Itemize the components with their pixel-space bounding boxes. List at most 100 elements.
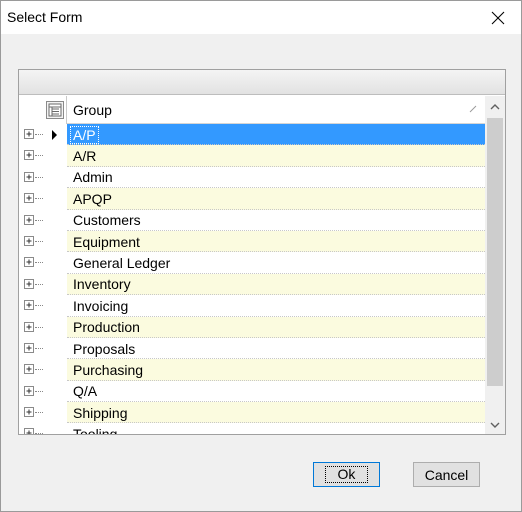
table-row[interactable]: Shipping <box>19 402 485 424</box>
tree-connector <box>35 176 43 178</box>
select-form-dialog: Select Form Group A/P A/R Admin APQP Cus… <box>0 0 522 512</box>
scroll-down-button[interactable] <box>485 416 505 434</box>
table-row[interactable]: Equipment <box>19 230 485 253</box>
expand-icon[interactable] <box>24 171 35 183</box>
table-row[interactable]: Invoicing <box>19 295 485 317</box>
group-cell-label: APQP <box>73 190 112 207</box>
expand-icon[interactable] <box>24 428 35 435</box>
table-row[interactable]: A/R <box>19 145 485 167</box>
ok-button[interactable]: Ok <box>313 462 380 487</box>
row-indicator[interactable] <box>43 188 67 210</box>
column-header-label: Group <box>73 101 112 118</box>
tree-connector <box>35 326 43 328</box>
row-indicator[interactable] <box>43 252 67 274</box>
table-row[interactable]: Proposals <box>19 337 485 360</box>
table-row[interactable]: APQP <box>19 188 485 210</box>
tree-connector <box>35 134 43 135</box>
group-cell-label: Invoicing <box>73 297 129 314</box>
expand-icon[interactable] <box>24 364 35 375</box>
window-title: Select Form <box>7 9 83 25</box>
row-indicator[interactable] <box>43 337 67 360</box>
tree-connector <box>35 155 43 157</box>
group-cell[interactable]: Customers <box>67 209 485 231</box>
row-indicator[interactable] <box>43 124 67 146</box>
group-cell-label: General Ledger <box>73 255 171 272</box>
vertical-scrollbar[interactable] <box>485 96 505 434</box>
tree-connector <box>35 433 43 434</box>
row-indicator[interactable] <box>43 423 67 434</box>
group-cell[interactable]: Equipment <box>67 230 485 253</box>
expand-icon[interactable] <box>24 193 35 204</box>
expand-icon[interactable] <box>24 321 35 333</box>
group-cell-label: Inventory <box>73 276 131 293</box>
group-cell[interactable]: Proposals <box>67 337 485 360</box>
group-cell[interactable]: Admin <box>67 166 485 189</box>
group-cell[interactable]: APQP <box>67 188 485 210</box>
tree-connector <box>35 198 43 200</box>
group-cell-label: Production <box>73 319 140 336</box>
group-cell[interactable]: General Ledger <box>67 252 485 274</box>
row-indicator[interactable] <box>43 273 67 296</box>
group-cell-label: A/R <box>73 148 97 165</box>
expand-icon[interactable] <box>24 257 35 268</box>
expand-icon[interactable] <box>24 407 35 418</box>
cancel-button-label: Cancel <box>424 466 469 483</box>
column-header-group[interactable]: Group <box>67 96 485 124</box>
current-row-arrow-icon <box>52 130 57 140</box>
row-indicator[interactable] <box>43 209 67 231</box>
row-indicator[interactable] <box>43 316 67 338</box>
row-indicator[interactable] <box>43 380 67 403</box>
table-row[interactable]: Tooling <box>19 423 485 435</box>
tree-connector <box>35 240 43 242</box>
expand-icon[interactable] <box>24 385 35 397</box>
column-chooser-button[interactable] <box>45 101 64 119</box>
table-row[interactable]: Admin <box>19 166 485 189</box>
group-cell-label: Customers <box>73 212 141 229</box>
group-by-panel[interactable] <box>19 70 505 95</box>
close-button[interactable] <box>475 1 521 34</box>
expand-icon[interactable] <box>24 214 35 226</box>
table-row[interactable]: Purchasing <box>19 359 485 381</box>
group-cell-label: Q/A <box>73 383 98 400</box>
group-cell-label: Equipment <box>73 233 140 250</box>
group-cell[interactable]: Tooling <box>67 423 485 435</box>
expand-icon[interactable] <box>24 300 35 311</box>
scrollbar-thumb[interactable] <box>487 118 503 386</box>
row-indicator[interactable] <box>43 359 67 381</box>
table-row[interactable]: Production <box>19 316 485 338</box>
tree-connector <box>35 347 43 349</box>
group-cell-label: Shipping <box>73 404 128 421</box>
row-indicator[interactable] <box>43 145 67 167</box>
table-row[interactable]: General Ledger <box>19 252 485 274</box>
expand-icon[interactable] <box>24 129 35 140</box>
group-cell-label: Admin <box>73 169 113 186</box>
row-indicator[interactable] <box>43 230 67 253</box>
group-cell[interactable]: Q/A <box>67 380 485 403</box>
group-cell-label: A/P <box>70 125 99 144</box>
group-cell[interactable]: A/R <box>67 145 485 167</box>
group-cell-label: Tooling <box>73 426 118 435</box>
form-group-grid[interactable]: Group A/P A/R Admin APQP Customers Equipment G… <box>18 69 506 435</box>
row-indicator[interactable] <box>43 166 67 189</box>
title-bar: Select Form <box>1 1 521 34</box>
group-cell[interactable]: Inventory <box>67 273 485 296</box>
group-cell[interactable]: A/P <box>67 124 485 146</box>
table-row[interactable]: A/P <box>19 124 485 146</box>
group-cell[interactable]: Invoicing <box>67 295 485 317</box>
group-cell[interactable]: Shipping <box>67 402 485 424</box>
header-expander-cell <box>19 96 43 124</box>
expand-icon[interactable] <box>24 342 35 354</box>
table-row[interactable]: Customers <box>19 209 485 231</box>
tree-connector <box>35 262 43 264</box>
row-indicator[interactable] <box>43 295 67 317</box>
table-row[interactable]: Q/A <box>19 380 485 403</box>
cancel-button[interactable]: Cancel <box>413 462 480 487</box>
group-cell[interactable]: Purchasing <box>67 359 485 381</box>
scroll-up-button[interactable] <box>485 98 505 116</box>
table-row[interactable]: Inventory <box>19 273 485 296</box>
expand-icon[interactable] <box>24 278 35 290</box>
row-indicator[interactable] <box>43 402 67 424</box>
expand-icon[interactable] <box>24 150 35 161</box>
expand-icon[interactable] <box>24 235 35 247</box>
group-cell[interactable]: Production <box>67 316 485 338</box>
